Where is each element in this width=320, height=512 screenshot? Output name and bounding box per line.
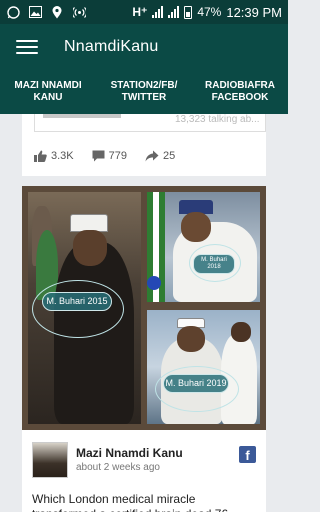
tab-radiobiafra-facebook[interactable]: RADIOBIAFRA FACEBOOK: [192, 70, 288, 114]
hotspot-icon: [72, 5, 86, 19]
photo-2019: M. Buhari 2019: [147, 310, 260, 424]
link-thumbnail: [43, 114, 121, 118]
post-stats: 3.3K 779 25: [34, 150, 175, 162]
thumbs-up-icon: [34, 150, 47, 162]
post-timestamp: about 2 weeks ago: [76, 462, 160, 473]
link-preview[interactable]: 13,323 talking ab...: [34, 114, 266, 132]
app-bar: NnamdiKanu: [0, 24, 288, 70]
menu-icon[interactable]: [16, 40, 38, 54]
comment-button[interactable]: 779: [92, 150, 127, 162]
avatar[interactable]: [32, 442, 68, 478]
share-count: 25: [163, 150, 176, 162]
photo-2015: M. Buhari 2015: [28, 192, 141, 424]
tab-station2-fb-twitter[interactable]: STATION2/FB/ TWITTER: [96, 70, 192, 114]
gallery-icon: [28, 5, 42, 19]
image-badge-2019: M. Buhari 2019: [163, 374, 229, 393]
facebook-icon[interactable]: f: [239, 446, 256, 463]
battery-level: 47%: [197, 5, 222, 19]
feed[interactable]: 13,323 talking ab... 3.3K 779 25 M. Buha…: [0, 114, 288, 512]
post-header: Mazi Nnamdi Kanu about 2 weeks ago f: [22, 442, 266, 482]
comment-icon: [92, 150, 105, 162]
app-title: NnamdiKanu: [64, 38, 159, 55]
like-button[interactable]: 3.3K: [34, 150, 74, 162]
photo-2018: M. Buhari 2018: [147, 192, 260, 302]
like-count: 3.3K: [51, 150, 74, 162]
whatsapp-icon: [6, 5, 20, 19]
post-card: M. Buhari 2015 M. Buhari 2018 M. Buhari …: [22, 186, 266, 512]
signal-icon: [152, 6, 164, 18]
post-text: Which London medical miracle transformed…: [32, 492, 228, 512]
link-snippet: 13,323 talking ab...: [175, 114, 260, 125]
signal-icon-2: [168, 6, 180, 18]
post-card: 13,323 talking ab... 3.3K 779 25: [22, 114, 266, 176]
network-type: H⁺: [132, 5, 148, 19]
share-button[interactable]: 25: [145, 150, 175, 162]
image-badge-2015: M. Buhari 2015: [42, 292, 112, 311]
tab-mazi-nnamdi-kanu[interactable]: MAZI NNAMDI KANU: [0, 70, 96, 114]
share-icon: [145, 150, 159, 162]
clock: 12:39 PM: [226, 4, 282, 20]
battery-icon: [184, 5, 193, 19]
author-name[interactable]: Mazi Nnamdi Kanu: [76, 446, 183, 460]
status-bar: H⁺ 47% 12:39 PM: [0, 0, 288, 24]
tab-bar: MAZI NNAMDI KANU STATION2/FB/ TWITTER RA…: [0, 70, 288, 114]
image-badge-2018: M. Buhari 2018: [193, 254, 235, 274]
post-image[interactable]: M. Buhari 2015 M. Buhari 2018 M. Buhari …: [22, 186, 266, 430]
comment-count: 779: [108, 150, 127, 162]
location-icon: [50, 5, 64, 19]
